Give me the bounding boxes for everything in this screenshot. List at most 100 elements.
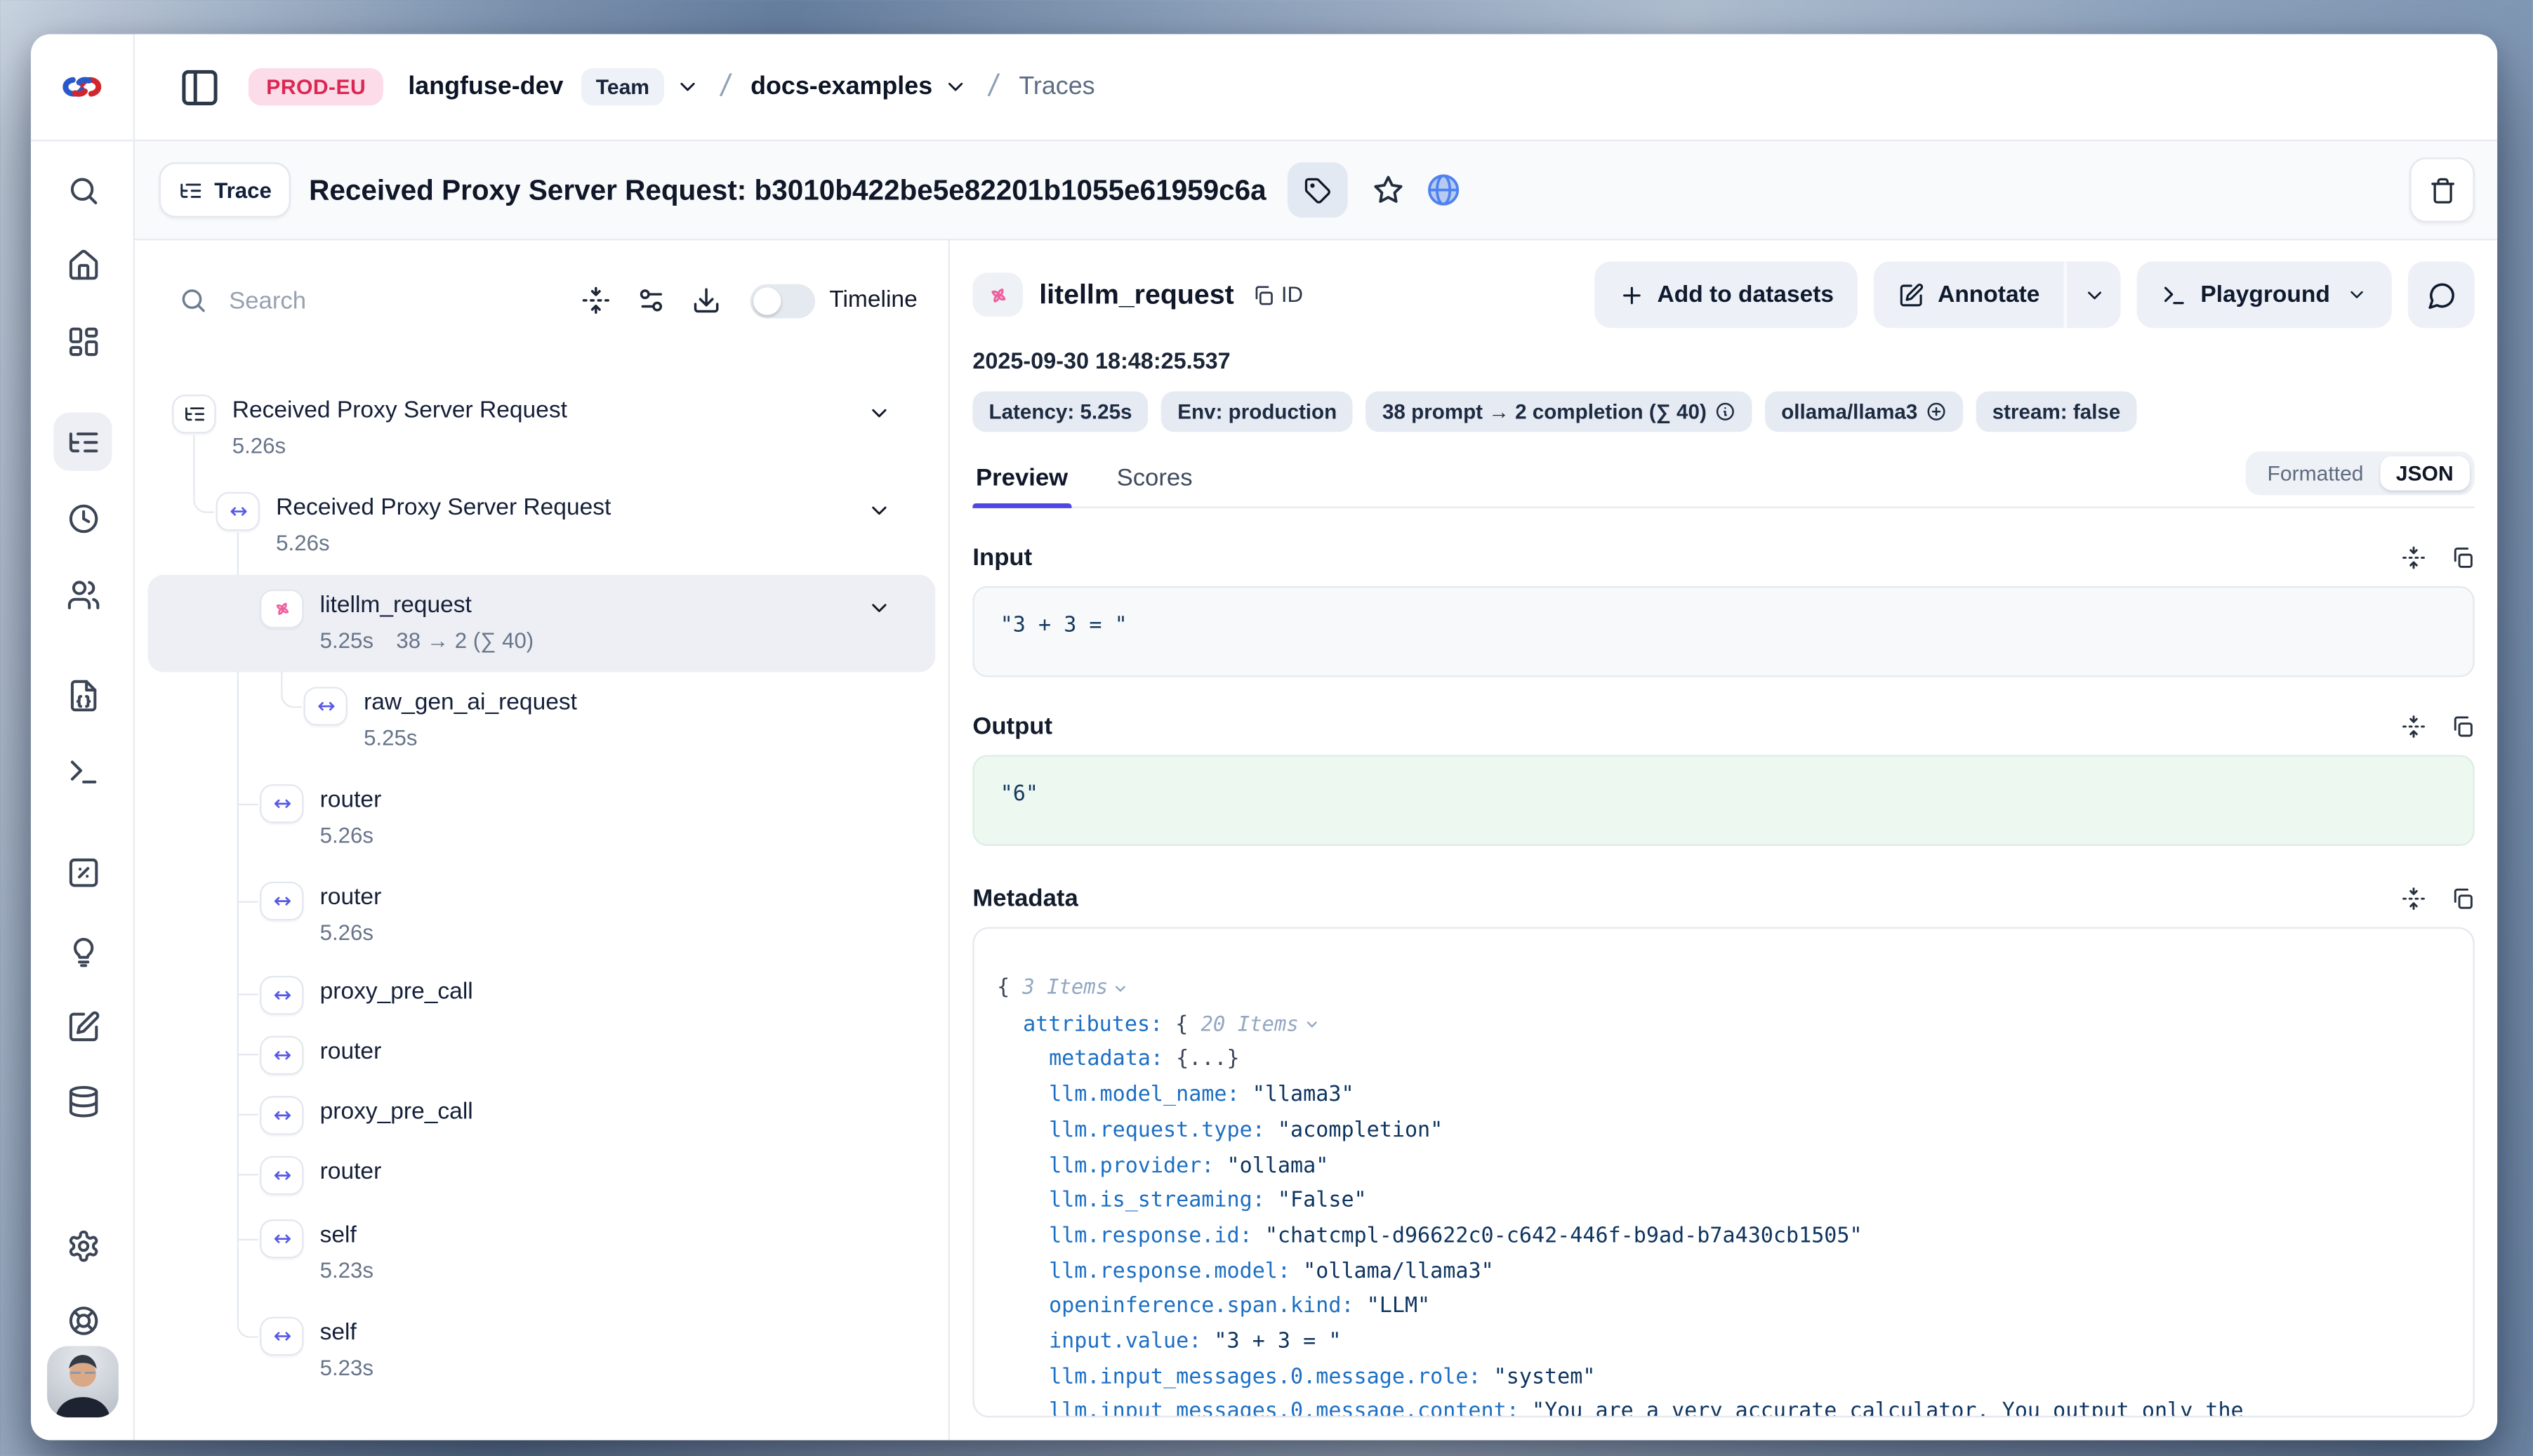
tree-settings-icon[interactable] bbox=[636, 286, 666, 315]
pinwheel-icon bbox=[260, 590, 303, 629]
json-key: llm.input_messages.0.message.role: bbox=[1049, 1365, 1494, 1389]
sidebar-item-tracing[interactable] bbox=[53, 412, 112, 470]
json-line: input.value: "3 + 3 = " bbox=[997, 1325, 2450, 1360]
copy-section-icon[interactable] bbox=[2450, 715, 2475, 739]
user-avatar[interactable] bbox=[47, 1346, 119, 1417]
public-globe-icon[interactable] bbox=[1425, 172, 1461, 208]
download-icon[interactable] bbox=[692, 286, 721, 315]
org-logo[interactable] bbox=[31, 34, 133, 142]
playground-button[interactable]: Playground bbox=[2137, 261, 2392, 328]
sidebar-item-users[interactable] bbox=[53, 565, 112, 623]
chevron-down-icon[interactable] bbox=[867, 596, 892, 621]
collapse-section-icon[interactable] bbox=[2402, 887, 2426, 911]
sidebar-item-evaluation[interactable] bbox=[53, 842, 112, 901]
json-line: llm.input_messages.0.message.content: "Y… bbox=[997, 1396, 2450, 1417]
tree-row-proxy-pre-call[interactable]: proxy_pre_call bbox=[147, 965, 935, 1025]
tree-row-router[interactable]: router5.26s bbox=[147, 867, 935, 965]
tree-row-duration: 5.26s bbox=[320, 821, 382, 851]
sidebar-item-datasets[interactable] bbox=[53, 1071, 112, 1130]
tree-row-self[interactable]: self5.23s bbox=[147, 1302, 935, 1400]
toggle-knob bbox=[753, 286, 781, 314]
tree-row-label: router bbox=[320, 1159, 382, 1185]
collapse-section-icon[interactable] bbox=[2402, 715, 2426, 739]
sidebar-item-sessions[interactable] bbox=[53, 489, 112, 547]
json-value: "system" bbox=[1494, 1365, 1596, 1389]
breadcrumb-section[interactable]: Traces bbox=[1019, 72, 1094, 102]
timeline-toggle[interactable] bbox=[750, 284, 815, 318]
format-option-formatted[interactable]: Formatted bbox=[2251, 456, 2379, 491]
tree-row-received-proxy-server-request[interactable]: Received Proxy Server Request5.26s bbox=[147, 380, 935, 477]
sidebar-item-support[interactable] bbox=[53, 1291, 112, 1349]
sidebar-item-playground[interactable] bbox=[53, 742, 112, 800]
knot-logo-icon bbox=[60, 65, 104, 109]
trash-icon bbox=[2428, 176, 2456, 204]
annotate-dropdown-button[interactable] bbox=[2064, 261, 2121, 328]
tree-row-label: litellm_request bbox=[320, 593, 472, 618]
plus-icon bbox=[1618, 282, 1644, 307]
collapse-section-icon[interactable] bbox=[2402, 545, 2426, 570]
tree-row-router[interactable]: router bbox=[147, 1145, 935, 1205]
project-chevron-down-icon[interactable] bbox=[944, 74, 968, 99]
arrow-left-right-icon bbox=[260, 1096, 303, 1135]
tree-row-self[interactable]: self5.23s bbox=[147, 1205, 935, 1302]
collapse-all-icon[interactable] bbox=[581, 286, 610, 315]
tree-row-router[interactable]: router bbox=[147, 1024, 935, 1085]
delete-trace-button[interactable] bbox=[2409, 157, 2475, 223]
trace-type-label: Trace bbox=[214, 178, 272, 202]
tree-row-proxy-pre-call[interactable]: proxy_pre_call bbox=[147, 1085, 935, 1145]
add-to-datasets-button[interactable]: Add to datasets bbox=[1594, 261, 1858, 328]
json-value: "llama3" bbox=[1252, 1083, 1354, 1108]
chevron-down-icon[interactable] bbox=[1304, 1017, 1320, 1033]
tab-scores[interactable]: Scores bbox=[1113, 448, 1196, 506]
detail-tabs: Preview Scores FormattedJSON bbox=[972, 448, 2474, 508]
tree-row-label: router bbox=[320, 1039, 382, 1065]
copy-section-icon[interactable] bbox=[2450, 887, 2475, 911]
breadcrumb-separator: / bbox=[986, 69, 1001, 105]
json-line: llm.input_messages.0.message.role: "syst… bbox=[997, 1361, 2450, 1396]
arrow-left-right-icon bbox=[260, 1219, 303, 1259]
sidebar-item-search[interactable] bbox=[53, 161, 112, 219]
chevron-down-icon[interactable] bbox=[867, 498, 892, 523]
sidebar-item-home[interactable] bbox=[53, 235, 112, 293]
trace-titlebar: Trace Received Proxy Server Request: b30… bbox=[135, 141, 2497, 240]
tree-row-router[interactable]: router5.26s bbox=[147, 769, 935, 867]
org-chevron-down-icon[interactable] bbox=[675, 74, 700, 99]
search-input[interactable] bbox=[229, 286, 555, 314]
sidebar-toggle-icon[interactable] bbox=[178, 66, 220, 108]
environment-badge: PROD-EU bbox=[249, 68, 384, 105]
info-icon[interactable] bbox=[1714, 401, 1735, 422]
tab-preview[interactable]: Preview bbox=[972, 448, 1071, 506]
sidebar-item-prompts[interactable] bbox=[53, 666, 112, 724]
format-option-json[interactable]: JSON bbox=[2380, 456, 2470, 491]
chevron-down-icon[interactable] bbox=[1113, 980, 1129, 996]
metadata-section-header: Metadata bbox=[972, 885, 2474, 912]
tree-row-litellm-request[interactable]: litellm_request5.25s38 → 2 (∑ 40) bbox=[147, 575, 935, 673]
input-section-header: Input bbox=[972, 544, 2474, 571]
terminal-icon bbox=[66, 754, 100, 788]
tree-row-received-proxy-server-request[interactable]: Received Proxy Server Request5.26s bbox=[147, 477, 935, 575]
tree-row-raw-gen-ai-request[interactable]: raw_gen_ai_request5.25s bbox=[147, 673, 935, 770]
sidebar-item-dashboards[interactable] bbox=[53, 312, 112, 370]
sidebar-item-insights[interactable] bbox=[53, 920, 112, 979]
copy-id-button[interactable]: ID bbox=[1252, 282, 1303, 307]
tree-toolbar: Timeline bbox=[135, 240, 948, 360]
tag-button[interactable] bbox=[1288, 162, 1348, 218]
tree-row-label: self bbox=[320, 1320, 357, 1346]
sidebar-item-annotation[interactable] bbox=[53, 997, 112, 1055]
bookmark-star-icon[interactable] bbox=[1372, 173, 1404, 206]
settings-icon bbox=[66, 1229, 100, 1263]
arrow-left-right-icon bbox=[303, 687, 347, 726]
breadcrumb-org[interactable]: langfuse-dev bbox=[408, 72, 563, 102]
copy-section-icon[interactable] bbox=[2450, 545, 2475, 570]
arrow-left-right-icon bbox=[260, 1156, 303, 1196]
id-label: ID bbox=[1281, 282, 1303, 307]
circle-plus-icon[interactable] bbox=[1926, 401, 1947, 422]
annotate-button[interactable]: Annotate bbox=[1874, 261, 2064, 328]
breadcrumb-project[interactable]: docs-examples bbox=[750, 72, 932, 102]
output-value-box: "6" bbox=[972, 755, 2474, 846]
list-tree-icon bbox=[178, 178, 203, 202]
sidebar-item-settings[interactable] bbox=[53, 1216, 112, 1274]
comments-button[interactable] bbox=[2408, 261, 2475, 328]
chevron-down-icon[interactable] bbox=[867, 401, 892, 425]
list-tree-icon bbox=[66, 425, 100, 459]
